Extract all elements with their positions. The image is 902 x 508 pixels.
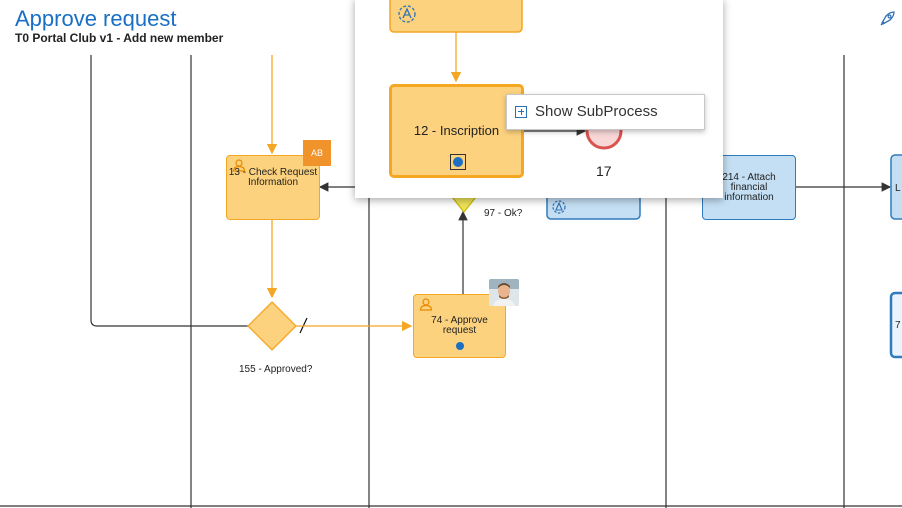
page-title: Approve request [15, 6, 177, 31]
assignee-badge[interactable]: AB [303, 140, 331, 166]
gateway-ok[interactable] [450, 196, 478, 213]
subprocess-marker-icon[interactable] [450, 154, 466, 170]
show-subprocess-label: Show SubProcess [535, 103, 658, 120]
end-event-17-label: 17 [596, 163, 612, 179]
user-icon [419, 298, 433, 311]
context-menu: Show SubProcess [506, 94, 705, 130]
gateway-approved-label: 155 - Approved? [239, 364, 313, 375]
gateway-ok-label: 97 - Ok? [484, 208, 523, 219]
task-inscription-label: 12 - Inscription [413, 123, 500, 138]
top-right-overflow [898, 8, 902, 26]
process-subtitle: T0 Portal Club v1 - Add new member [15, 31, 224, 45]
task-inscription[interactable]: 12 - Inscription [389, 84, 524, 178]
status-dot-icon [456, 342, 464, 350]
task-right-partial-2-label: 7 [895, 320, 901, 331]
task-approve-request-label: 74 - Approve request [431, 315, 488, 336]
task-check-request-label: 13 - Check Request Information [228, 167, 318, 188]
task-right-partial-label: L [895, 183, 901, 194]
plus-square-icon [515, 105, 527, 118]
avatar[interactable] [489, 279, 519, 306]
show-subprocess-menu-item[interactable]: Show SubProcess [515, 103, 658, 120]
rocket-icon[interactable] [878, 10, 896, 28]
gateway-approved[interactable] [247, 301, 297, 351]
